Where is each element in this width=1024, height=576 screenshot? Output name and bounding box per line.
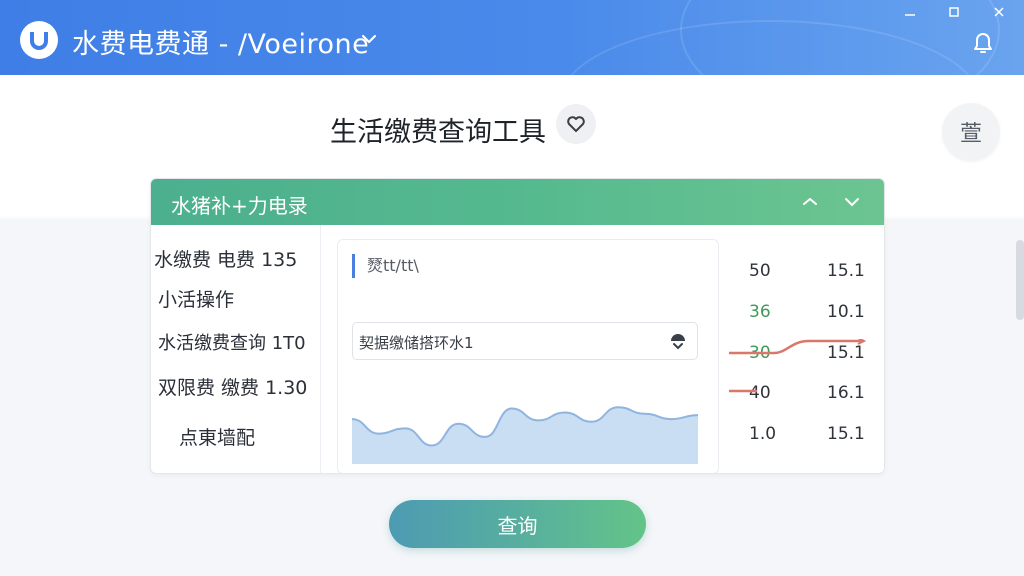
minimize-button[interactable] [896, 2, 924, 22]
usage-sparkline [352, 406, 698, 464]
select-value: 契据缴储搭环水1 [359, 334, 474, 352]
chevron-up-icon [803, 197, 817, 205]
value-cell: 50 [749, 261, 771, 281]
query-type-select[interactable]: 契据缴储搭环水1 [352, 322, 698, 360]
query-button[interactable]: 查询 [389, 500, 646, 548]
minimize-icon [905, 14, 915, 16]
expand-button[interactable] [841, 193, 863, 211]
trend-line [729, 339, 867, 393]
list-item[interactable]: 水活缴费查询 1T0 [158, 329, 306, 355]
list-item[interactable]: 双限费 缴费 1.30 [158, 373, 307, 400]
favorite-button[interactable] [556, 104, 596, 144]
collapse-button[interactable] [799, 193, 821, 211]
title-bar: 水费电费通 - /Voeirone [0, 0, 1024, 75]
value-cell: 10.1 [827, 302, 865, 322]
value-cell: 1.0 [749, 424, 777, 444]
page-title: 生活缴费查询工具 [330, 117, 546, 148]
scrollbar[interactable] [1016, 240, 1024, 320]
detail-panel: 燹tt/tt\ 契据缴储搭环水1 [337, 239, 719, 473]
app-title: 水费电费通 - /Voeirone [72, 29, 370, 60]
close-button[interactable] [985, 2, 1013, 22]
card-title: 水猪补+力电录 [171, 194, 308, 218]
value-cell: 15.1 [827, 261, 865, 281]
chevron-down-icon[interactable] [360, 32, 378, 46]
u-logo-icon [20, 21, 58, 59]
panel-label: 燹tt/tt\ [352, 254, 419, 278]
close-icon [994, 7, 1004, 17]
value-cell: 36 [749, 302, 771, 322]
list-item[interactable]: 水缴费 电费 135 [154, 245, 297, 272]
heart-icon [567, 116, 585, 132]
login-button[interactable]: 萱 [942, 103, 1000, 161]
dropdown-icon [671, 334, 685, 350]
maximize-icon [949, 7, 959, 17]
card-header: 水猪补+力电录 [151, 179, 884, 225]
value-cell: 15.1 [827, 424, 865, 444]
list-item[interactable]: 小活操作 [158, 285, 234, 312]
list-item[interactable]: 点東墙配 [179, 423, 255, 450]
utility-card: 水猪补+力电录 水缴费 电费 135 小活操作 水活缴费查询 1T0 双限费 缴… [150, 178, 885, 474]
maximize-button[interactable] [940, 2, 968, 22]
bell-icon[interactable] [972, 31, 994, 55]
chevron-down-icon [845, 198, 859, 207]
